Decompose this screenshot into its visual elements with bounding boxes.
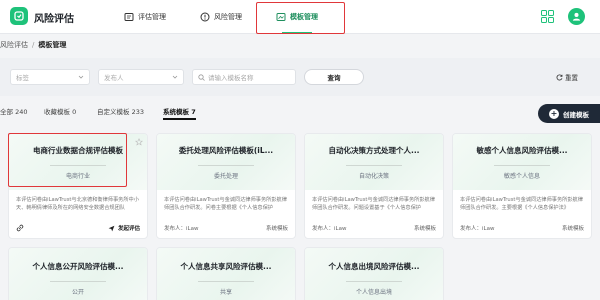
alert-circle-icon	[200, 12, 210, 22]
card-title: 敏感个人信息风险评估模...	[476, 145, 568, 155]
start-assessment-button[interactable]: 发起评估	[108, 224, 140, 232]
avatar[interactable]	[568, 8, 585, 25]
create-template-label: 创建模板	[563, 110, 589, 119]
card-category: 委托处理	[213, 172, 238, 180]
tab-favorites[interactable]: 收藏模板 0	[44, 106, 76, 116]
template-card[interactable]: 个人信息出境风险评估模... 个人信息出境	[304, 247, 444, 300]
card-title: 个人信息出境风险评估模...	[328, 261, 420, 271]
apps-grid-icon[interactable]	[541, 10, 554, 23]
template-card[interactable]: 自动化决策方式处理个人... 自动化决策 本评估问卷由iLawTrust与金诚同…	[304, 133, 444, 239]
breadcrumb: 风险评估 / 模板管理	[0, 40, 66, 50]
user-icon	[572, 12, 581, 21]
card-title: 委托处理风险评估模板(iL...	[178, 145, 274, 155]
breadcrumb-root[interactable]: 风险评估	[0, 41, 28, 49]
reset-button[interactable]: 重置	[556, 72, 578, 82]
logo-icon	[14, 11, 24, 21]
chevron-down-icon	[78, 75, 84, 79]
card-type: 系统模板	[265, 226, 288, 232]
card-divider	[494, 164, 550, 166]
search-input[interactable]: 请输入模板名称	[192, 69, 296, 85]
link-icon[interactable]	[16, 224, 24, 232]
template-card[interactable]: 个人信息公开风险评估模... 公开	[8, 247, 148, 300]
card-description: 本评估问卷由iLawTrust与金诚同达律师事务所彭航律师团队合作研发。问卷主要…	[164, 197, 287, 211]
send-icon	[108, 225, 115, 231]
start-assessment-label: 发起评估	[117, 226, 140, 232]
card-category: 共享	[219, 288, 232, 296]
card-header: 个人信息共享风险评估模... 共享	[157, 248, 295, 300]
publisher-select[interactable]: 发布人	[98, 69, 184, 85]
card-divider	[50, 280, 106, 282]
tab-all[interactable]: 全部 240	[0, 106, 27, 116]
template-card[interactable]: 委托处理风险评估模板(iL... 委托处理 本评估问卷由iLawTrust与金诚…	[156, 133, 296, 239]
tag-select-placeholder: 标签	[16, 74, 29, 82]
card-footer: 发布人：iLaw 系统模板	[460, 224, 584, 232]
card-publisher: 发布人：iLaw	[312, 226, 347, 232]
app-title: 风险评估	[34, 14, 74, 25]
card-header: 个人信息公开风险评估模... 公开	[9, 248, 147, 300]
plus-icon: +	[549, 108, 559, 119]
card-divider	[346, 280, 402, 282]
card-divider	[198, 164, 254, 166]
card-title: 个人信息共享风险评估模...	[180, 261, 272, 271]
top-header: 风险评估 评估管理 风险管理 模板管理	[0, 0, 600, 34]
create-template-button[interactable]: + 创建模板	[538, 104, 600, 123]
card-header: 个人信息出境风险评估模... 个人信息出境	[305, 248, 443, 300]
nav-tab-risk[interactable]: 风险管理	[200, 0, 242, 34]
card-header: 电商行业数据合规评估模板 电商行业	[9, 134, 147, 190]
card-publisher: 发布人：iLaw	[460, 226, 495, 232]
card-category: 公开	[71, 288, 84, 296]
nav-tab-label: 模板管理	[290, 13, 318, 21]
card-title: 个人信息公开风险评估模...	[32, 261, 124, 271]
grid-icon	[124, 12, 134, 22]
nav-tab-assessment[interactable]: 评估管理	[124, 0, 166, 34]
card-footer: 发布人：iLaw 系统模板	[164, 224, 288, 232]
nav-tab-label: 风险管理	[214, 13, 242, 21]
card-divider	[198, 280, 254, 282]
card-description: 本评估问卷由iLawTrust与金诚同达律师事务所彭航律师团队合作研发。问题设置…	[312, 197, 435, 211]
card-divider	[346, 164, 402, 166]
tab-custom[interactable]: 自定义模板 233	[97, 106, 144, 116]
query-button[interactable]: 查询	[304, 69, 364, 85]
app-logo[interactable]	[10, 7, 28, 25]
card-description: 本评估问卷由iLawTrust与金诚同达律师事务所彭航律师团队合作研发。主要根据…	[460, 197, 583, 211]
card-type: 系统模板	[561, 226, 584, 232]
nav-tab-label: 评估管理	[138, 13, 166, 21]
reset-label: 重置	[565, 74, 578, 82]
tab-system[interactable]: 系统模板 7	[163, 106, 196, 120]
publisher-select-placeholder: 发布人	[104, 74, 124, 82]
card-publisher: 发布人：iLaw	[164, 226, 199, 232]
nav-tab-templates[interactable]: 模板管理	[276, 0, 318, 34]
card-title: 自动化决策方式处理个人...	[328, 145, 420, 155]
card-header: 委托处理风险评估模板(iL... 委托处理	[157, 134, 295, 190]
card-type: 系统模板	[413, 226, 436, 232]
card-footer: 发起评估	[16, 224, 140, 232]
template-card[interactable]: 个人信息共享风险评估模... 共享	[156, 247, 296, 300]
card-category: 敏感个人信息	[503, 172, 540, 180]
star-icon[interactable]	[135, 138, 143, 146]
template-card[interactable]: 电商行业数据合规评估模板 电商行业 本评估问卷由iLawTrust与北京德和衡律…	[8, 133, 148, 239]
breadcrumb-separator: /	[32, 41, 35, 49]
search-icon	[198, 74, 205, 81]
reset-icon	[556, 73, 563, 80]
card-divider	[50, 164, 106, 166]
template-icon	[276, 12, 286, 22]
template-card[interactable]: 敏感个人信息风险评估模... 敏感个人信息 本评估问卷由iLawTrust与金诚…	[452, 133, 592, 239]
card-description: 本评估问卷由iLawTrust与北京德和衡律师事务所中小天、韩明倩律师及所在的网…	[16, 197, 139, 211]
card-category: 自动化决策	[358, 172, 389, 180]
card-category: 个人信息出境	[355, 288, 392, 296]
tag-select[interactable]: 标签	[10, 69, 90, 85]
card-header: 敏感个人信息风险评估模... 敏感个人信息	[453, 134, 591, 190]
search-placeholder: 请输入模板名称	[208, 74, 254, 82]
card-header: 自动化决策方式处理个人... 自动化决策	[305, 134, 443, 190]
breadcrumb-current: 模板管理	[38, 41, 67, 49]
card-title: 电商行业数据合规评估模板	[33, 145, 123, 155]
filter-panel	[0, 58, 600, 96]
card-category: 电商行业	[65, 172, 90, 180]
card-footer: 发布人：iLaw 系统模板	[312, 224, 436, 232]
chevron-down-icon	[172, 75, 178, 79]
